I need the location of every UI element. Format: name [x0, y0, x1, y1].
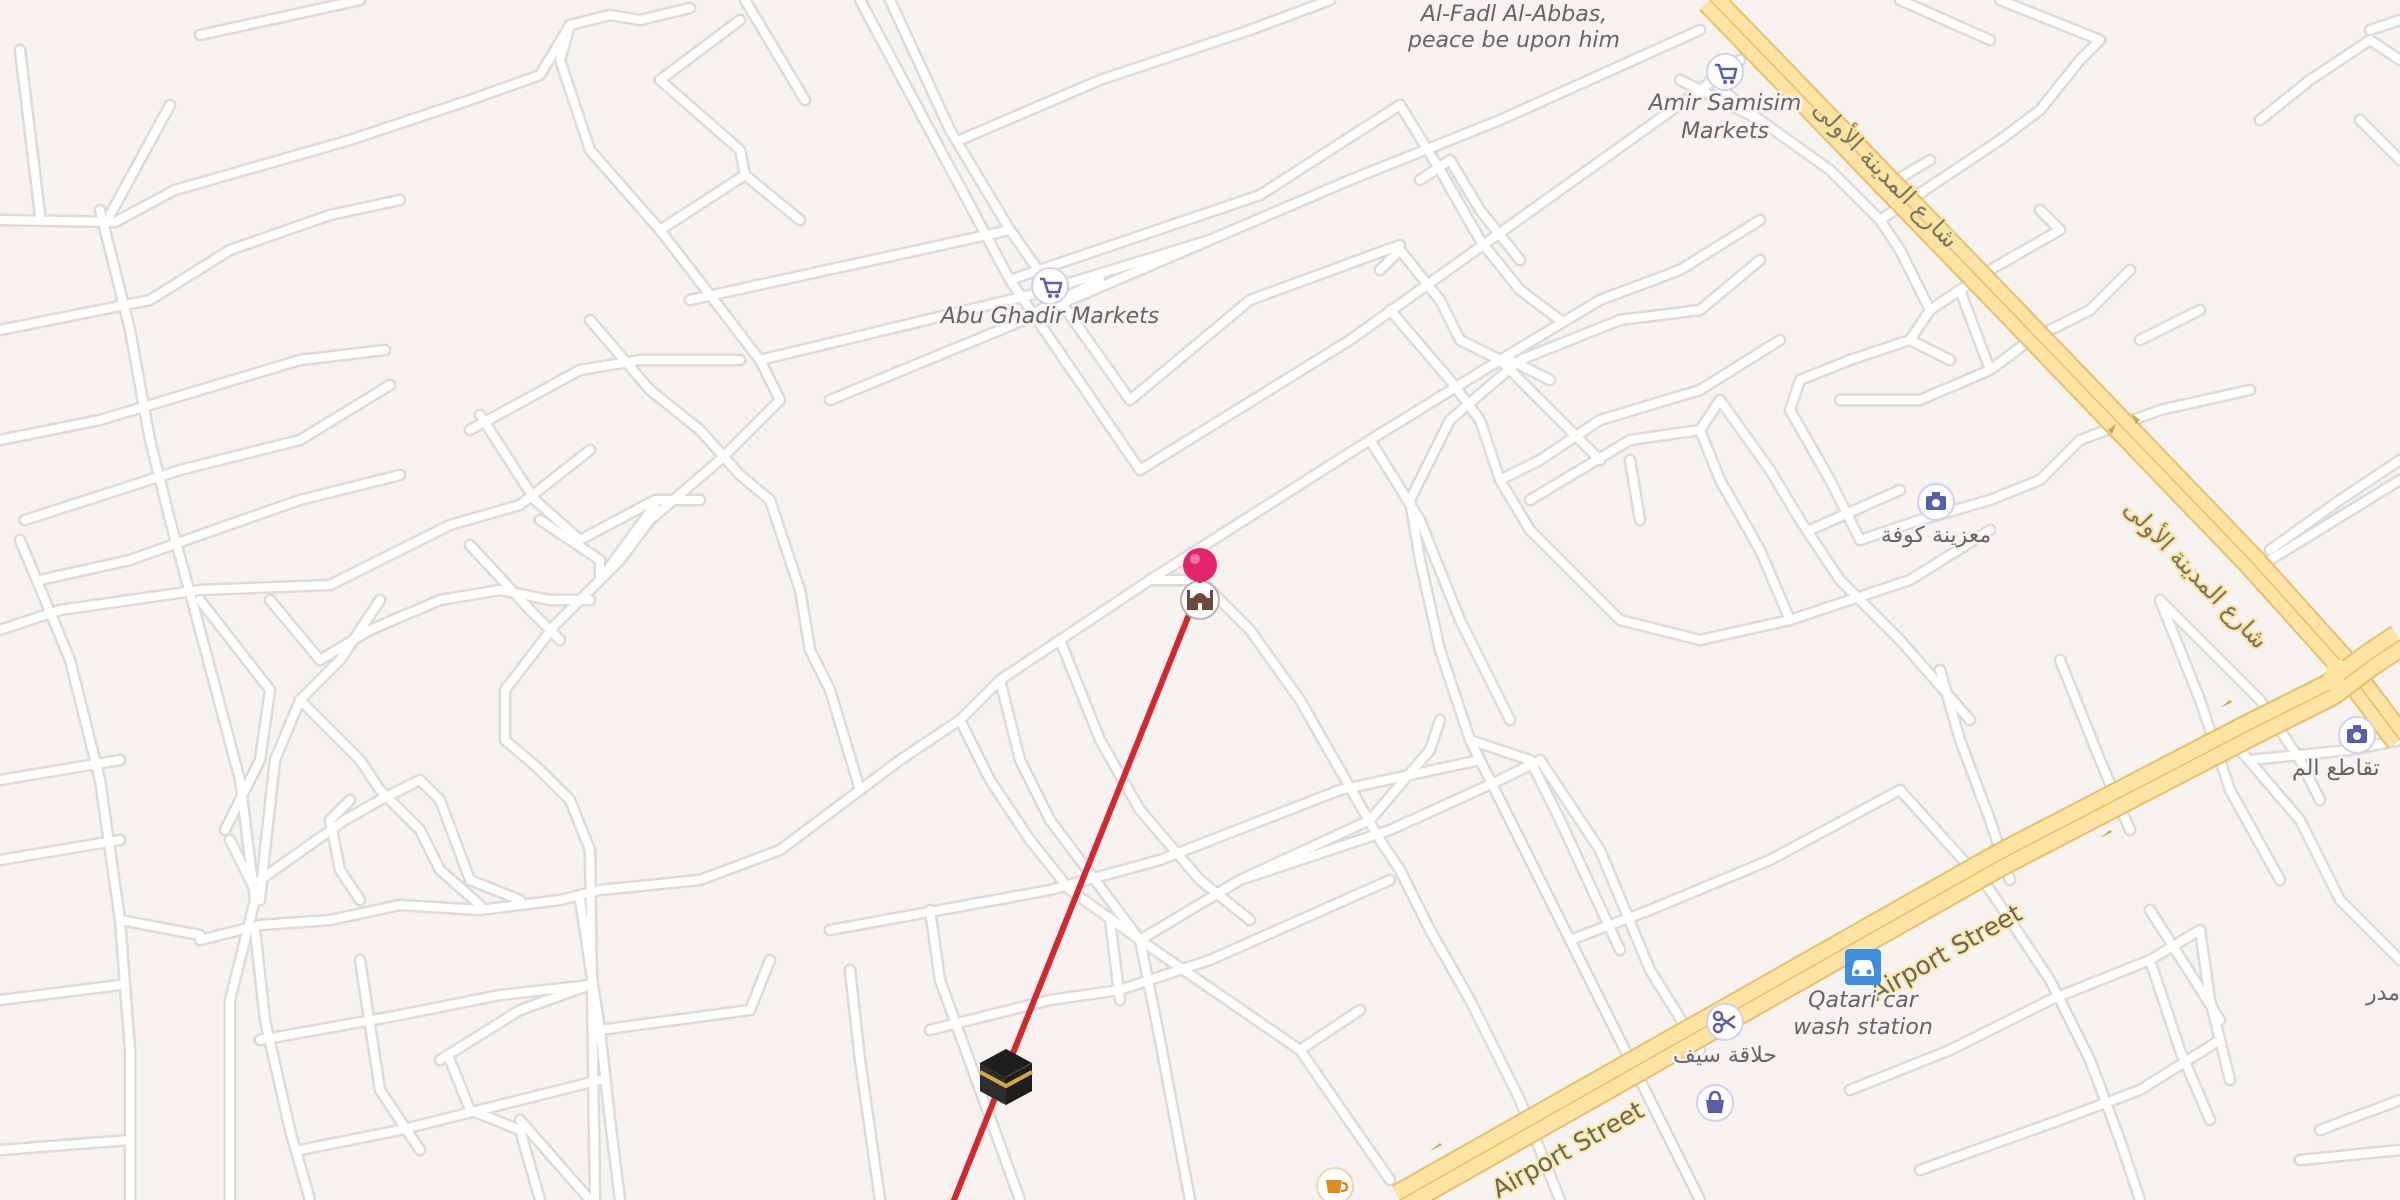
- poi-amir-line1: Amir Samisim: [1647, 91, 1802, 116]
- mosque-icon[interactable]: [1180, 580, 1220, 620]
- poi-al-fadl-line1: Al-Fadl Al-Abbas,: [1419, 2, 1607, 27]
- poi-school-label: مدر: [2365, 981, 2400, 1006]
- map-canvas[interactable]: Airport Street Airport Street شارع المدي…: [0, 0, 2400, 1200]
- poi-camera-1-label: معزينة كوفة: [1881, 523, 1991, 548]
- camera-icon: [1917, 483, 1955, 521]
- poi-car-wash-line2: wash station: [1793, 1015, 1933, 1040]
- shopping-bag-icon[interactable]: [1696, 1084, 1734, 1122]
- camera-icon: [2338, 716, 2376, 754]
- coffee-cup-icon[interactable]: [1316, 1167, 1354, 1200]
- shopping-cart-icon: [1706, 53, 1744, 91]
- poi-amir-line2: Markets: [1681, 119, 1769, 144]
- car-icon: [1845, 949, 1881, 985]
- poi-abu-ghadir-label: Abu Ghadir Markets: [939, 304, 1159, 329]
- poi-al-fadl-line2: peace be upon him: [1407, 28, 1620, 53]
- poi-car-wash-line1: Qatari car: [1808, 988, 1920, 1013]
- scissors-icon: [1706, 1003, 1744, 1041]
- shopping-cart-icon: [1031, 267, 1069, 305]
- poi-al-fadl-al-abbas[interactable]: Al-Fadl Al-Abbas, peace be upon him: [1405, 0, 1623, 56]
- poi-camera-2-label: تقاطع الم: [2292, 756, 2380, 781]
- poi-barber-label: حلاقة سيف: [1673, 1043, 1777, 1068]
